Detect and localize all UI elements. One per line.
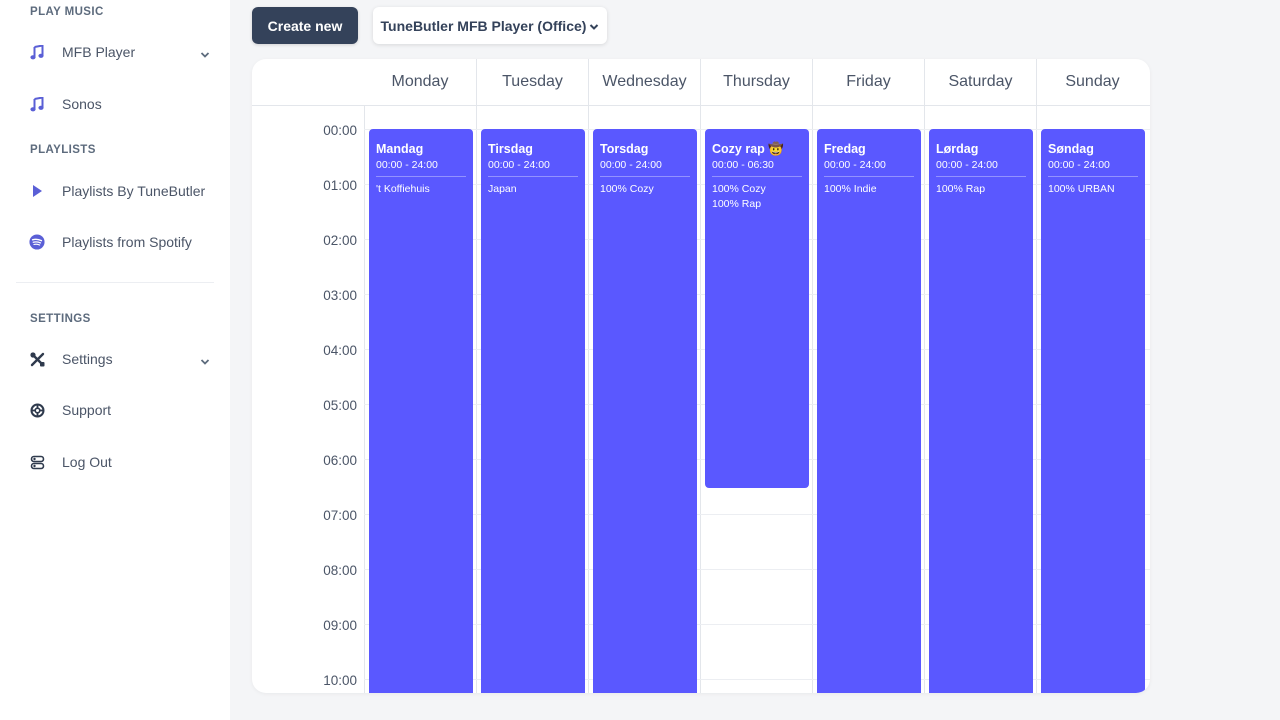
event-time: 00:00 - 06:30	[712, 159, 802, 177]
create-new-label: Create new	[267, 17, 343, 34]
weekly-schedule-calendar: Monday Tuesday Wednesday Thursday Friday…	[252, 59, 1150, 693]
section-title-playlists: PLAYLISTS	[30, 144, 96, 156]
music-note-icon	[29, 96, 45, 112]
time-label: 00:00	[323, 123, 357, 138]
time-label: 08:00	[323, 563, 357, 578]
event-title: Cozy rap 🤠	[712, 142, 784, 156]
sidebar-item-playlists-spotify[interactable]: Playlists from Spotify	[16, 222, 216, 262]
column-divider	[364, 106, 365, 693]
player-select-label: TuneButler MFB Player (Office)	[380, 17, 587, 34]
sidebar-item-label: Playlists By TuneButler	[62, 183, 206, 199]
event-title: Lørdag	[936, 142, 979, 156]
time-label: 06:00	[323, 453, 357, 468]
section-title-play-music: PLAY MUSIC	[30, 6, 104, 18]
sidebar-item-settings[interactable]: Settings	[16, 339, 216, 379]
event-time: 00:00 - 24:00	[488, 159, 578, 177]
event-playlist: 100% Cozy	[712, 183, 766, 195]
day-header-friday: Friday	[812, 59, 924, 105]
sidebar-item-label: MFB Player	[62, 44, 136, 60]
schedule-event-thursday[interactable]: Cozy rap 🤠 00:00 - 06:30 100% Cozy 100% …	[705, 129, 809, 488]
spotify-icon	[29, 234, 45, 250]
schedule-event-monday[interactable]: Mandag 00:00 - 24:00 't Koffiehuis	[369, 129, 473, 693]
sidebar-item-label: Log Out	[62, 454, 112, 470]
day-header-tuesday: Tuesday	[476, 59, 588, 105]
event-title: Torsdag	[600, 142, 649, 156]
time-label: 09:00	[323, 618, 357, 633]
section-title-settings: SETTINGS	[30, 313, 91, 325]
calendar-body: 00:00 01:00 02:00 03:00 04:00 05:00 06:0…	[252, 106, 1150, 693]
event-playlist: 100% Rap	[712, 198, 762, 210]
event-time: 00:00 - 24:00	[376, 159, 466, 177]
event-playlist: 100% Indie	[824, 183, 877, 195]
day-header-wednesday: Wednesday	[588, 59, 700, 105]
time-label: 03:00	[323, 288, 357, 303]
day-header-saturday: Saturday	[924, 59, 1036, 105]
create-new-button[interactable]: Create new	[252, 7, 358, 44]
time-label: 10:00	[323, 673, 357, 688]
time-label: 01:00	[323, 178, 357, 193]
sidebar-item-label: Settings	[62, 351, 113, 367]
sidebar-divider	[16, 282, 214, 283]
sidebar-item-support[interactable]: Support	[16, 390, 216, 430]
time-label: 02:00	[323, 233, 357, 248]
day-header-sunday: Sunday	[1036, 59, 1148, 105]
schedule-event-tuesday[interactable]: Tirsdag 00:00 - 24:00 Japan	[481, 129, 585, 693]
event-playlist: 100% URBAN	[1048, 183, 1115, 195]
schedule-event-saturday[interactable]: Lørdag 00:00 - 24:00 100% Rap	[929, 129, 1033, 693]
lifebuoy-icon	[29, 402, 45, 418]
schedule-event-sunday[interactable]: Søndag 00:00 - 24:00 100% URBAN	[1041, 129, 1145, 693]
event-playlist: 100% Rap	[936, 183, 986, 195]
schedule-event-wednesday[interactable]: Torsdag 00:00 - 24:00 100% Cozy	[593, 129, 697, 693]
time-label: 05:00	[323, 398, 357, 413]
sidebar-item-playlists-tunebutler[interactable]: Playlists By TuneButler	[16, 171, 216, 211]
column-divider	[812, 106, 813, 693]
event-title: Søndag	[1048, 142, 1094, 156]
sidebar-item-label: Playlists from Spotify	[62, 234, 192, 250]
chevron-down-icon[interactable]	[200, 46, 210, 64]
event-time: 00:00 - 24:00	[824, 159, 914, 177]
chevron-down-icon[interactable]	[200, 353, 210, 371]
event-time: 00:00 - 24:00	[1048, 159, 1138, 177]
sidebar-item-sonos[interactable]: Sonos	[16, 84, 216, 124]
day-header-thursday: Thursday	[700, 59, 812, 105]
event-playlist: 100% Cozy	[600, 183, 654, 195]
time-label: 04:00	[323, 343, 357, 358]
column-divider	[476, 106, 477, 693]
play-icon	[29, 183, 45, 199]
event-time: 00:00 - 24:00	[600, 159, 690, 177]
sidebar-item-logout[interactable]: Log Out	[16, 442, 216, 482]
sidebar-item-label: Sonos	[62, 96, 102, 112]
column-divider	[924, 106, 925, 693]
chevron-down-icon	[589, 18, 599, 34]
sidebar-item-mfb-player[interactable]: MFB Player	[16, 32, 216, 72]
event-title: Tirsdag	[488, 142, 533, 156]
event-time: 00:00 - 24:00	[936, 159, 1026, 177]
time-label: 07:00	[323, 508, 357, 523]
calendar-header: Monday Tuesday Wednesday Thursday Friday…	[252, 59, 1150, 106]
event-playlist: Japan	[488, 183, 517, 195]
column-divider	[1036, 106, 1037, 693]
column-divider	[588, 106, 589, 693]
player-select-dropdown[interactable]: TuneButler MFB Player (Office)	[373, 7, 607, 44]
music-note-icon	[29, 44, 45, 60]
event-playlist: 't Koffiehuis	[376, 183, 430, 195]
sidebar: PLAY MUSIC MFB Player Sonos PLAYLISTS Pl…	[0, 0, 230, 720]
sidebar-item-label: Support	[62, 402, 112, 418]
event-title: Mandag	[376, 142, 424, 156]
tools-icon	[29, 351, 45, 367]
schedule-event-friday[interactable]: Fredag 00:00 - 24:00 100% Indie	[817, 129, 921, 693]
logout-icon	[29, 454, 45, 470]
event-title: Fredag	[824, 142, 866, 156]
column-divider	[700, 106, 701, 693]
day-header-monday: Monday	[391, 73, 449, 90]
